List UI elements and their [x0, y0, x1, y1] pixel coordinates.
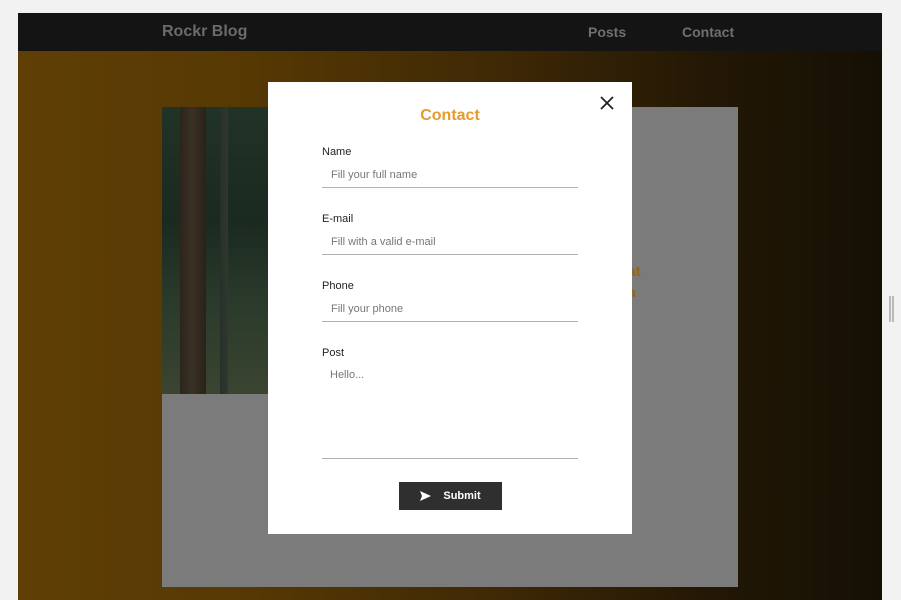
name-label: Name: [322, 146, 352, 158]
scroll-handle[interactable]: [889, 296, 894, 322]
phone-input[interactable]: [322, 296, 578, 322]
modal-title: Contact: [420, 107, 480, 124]
submit-label: Submit: [443, 490, 481, 502]
post-card-heading: at a: [628, 261, 668, 303]
contact-modal: Contact Name E-mail Phone Post Submit: [268, 82, 632, 534]
nav-link-posts[interactable]: Posts: [588, 24, 626, 40]
email-label: E-mail: [322, 213, 354, 225]
close-icon: [600, 96, 614, 110]
navbar: Rockr Blog Posts Contact: [18, 13, 882, 51]
close-button[interactable]: [598, 94, 616, 112]
send-icon: [420, 491, 432, 501]
post-card-heading-line: a: [628, 282, 668, 303]
email-input[interactable]: [322, 229, 578, 255]
post-textarea[interactable]: [322, 363, 578, 459]
submit-button[interactable]: Submit: [399, 482, 502, 510]
post-label: Post: [322, 347, 345, 359]
brand-logo[interactable]: Rockr Blog: [162, 23, 247, 41]
post-card-image: [162, 107, 268, 394]
post-card-heading-line: at: [628, 263, 641, 279]
name-input[interactable]: [322, 162, 578, 188]
phone-label: Phone: [322, 280, 354, 292]
nav-link-contact[interactable]: Contact: [682, 24, 734, 40]
